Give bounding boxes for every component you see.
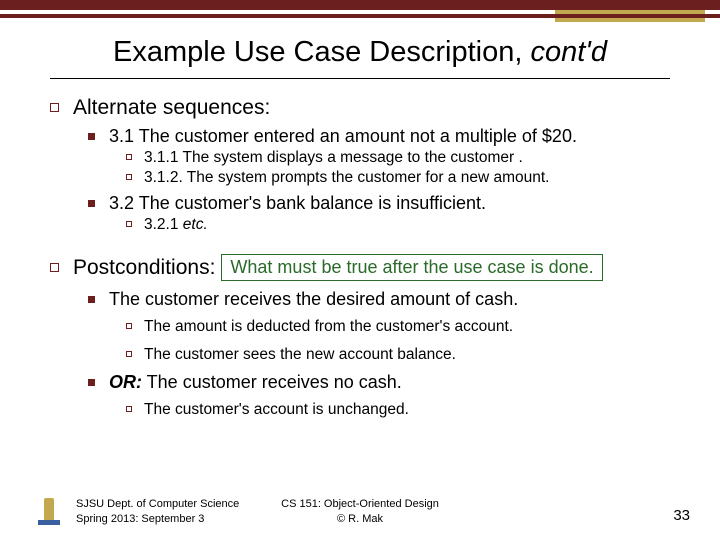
item-3-1: 3.1 The customer entered an amount not a… [50,126,690,147]
slide-title: Example Use Case Description, cont'd [0,36,720,69]
bullet-icon [88,200,95,207]
postcond-2a: The customer's account is unchanged. [50,401,690,419]
postcond-or: OR: [109,372,142,392]
accent-gold [555,10,705,14]
item-3-1-1-text: 3.1.1 The system displays a message to t… [144,149,523,167]
postcond-label: Postconditions: [73,256,215,280]
slide: Example Use Case Description, cont'd Alt… [0,0,720,540]
item-3-2-1: 3.2.1 etc. [50,216,690,234]
bullet-icon [50,103,59,112]
section-alternate-sequences: Alternate sequences: [50,96,690,120]
bullet-icon [126,406,132,412]
item-3-2-1-text: 3.2.1 etc. [144,216,208,234]
postcond-1: The customer receives the desired amount… [50,289,690,310]
bullet-icon [88,379,95,386]
postcond-1-text: The customer receives the desired amount… [109,289,518,310]
bullet-icon [126,174,132,180]
item-3-2-1-pre: 3.2.1 [144,216,183,233]
bullet-icon [88,296,95,303]
item-3-2-1-em: etc. [183,216,208,233]
title-underline [50,78,670,79]
postcond-1b: The customer sees the new account balanc… [50,346,690,364]
footer-course: CS 151: Object-Oriented Design [0,497,720,511]
postcond-1a-text: The amount is deducted from the customer… [144,318,513,336]
item-3-1-2: 3.1.2. The system prompts the customer f… [50,169,690,187]
item-3-1-1: 3.1.1 The system displays a message to t… [50,149,690,167]
title-main: Example Use Case Description, [113,36,530,68]
accent-bar [0,0,720,22]
page-number: 33 [673,507,690,524]
item-3-2: 3.2 The customer's bank balance is insuf… [50,193,690,214]
footer-copyright: © R. Mak [0,512,720,526]
postcond-1b-text: The customer sees the new account balanc… [144,346,456,364]
postcond-1a: The amount is deducted from the customer… [50,318,690,336]
altseq-label: Alternate sequences: [73,96,270,120]
title-italic: cont'd [530,36,606,68]
bullet-icon [126,221,132,227]
postcond-2-body: The customer receives no cash. [142,372,402,392]
postcond-2a-text: The customer's account is unchanged. [144,401,409,419]
postcond-2-text: OR: The customer receives no cash. [109,372,402,393]
postcond-note-box: What must be true after the use case is … [221,254,602,281]
item-3-2-text: 3.2 The customer's bank balance is insuf… [109,193,486,214]
bullet-icon [126,323,132,329]
footer-center: CS 151: Object-Oriented Design © R. Mak [0,497,720,526]
bullet-icon [126,154,132,160]
accent-thick [0,0,720,10]
accent-gold2 [555,18,705,22]
postcond-2: OR: The customer receives no cash. [50,372,690,393]
item-3-1-2-text: 3.1.2. The system prompts the customer f… [144,169,549,187]
bullet-icon [126,351,132,357]
section-postconditions: Postconditions: What must be true after … [50,254,690,281]
bullet-icon [50,263,59,272]
item-3-1-text: 3.1 The customer entered an amount not a… [109,126,577,147]
content: Alternate sequences: 3.1 The customer en… [50,96,690,421]
bullet-icon [88,133,95,140]
